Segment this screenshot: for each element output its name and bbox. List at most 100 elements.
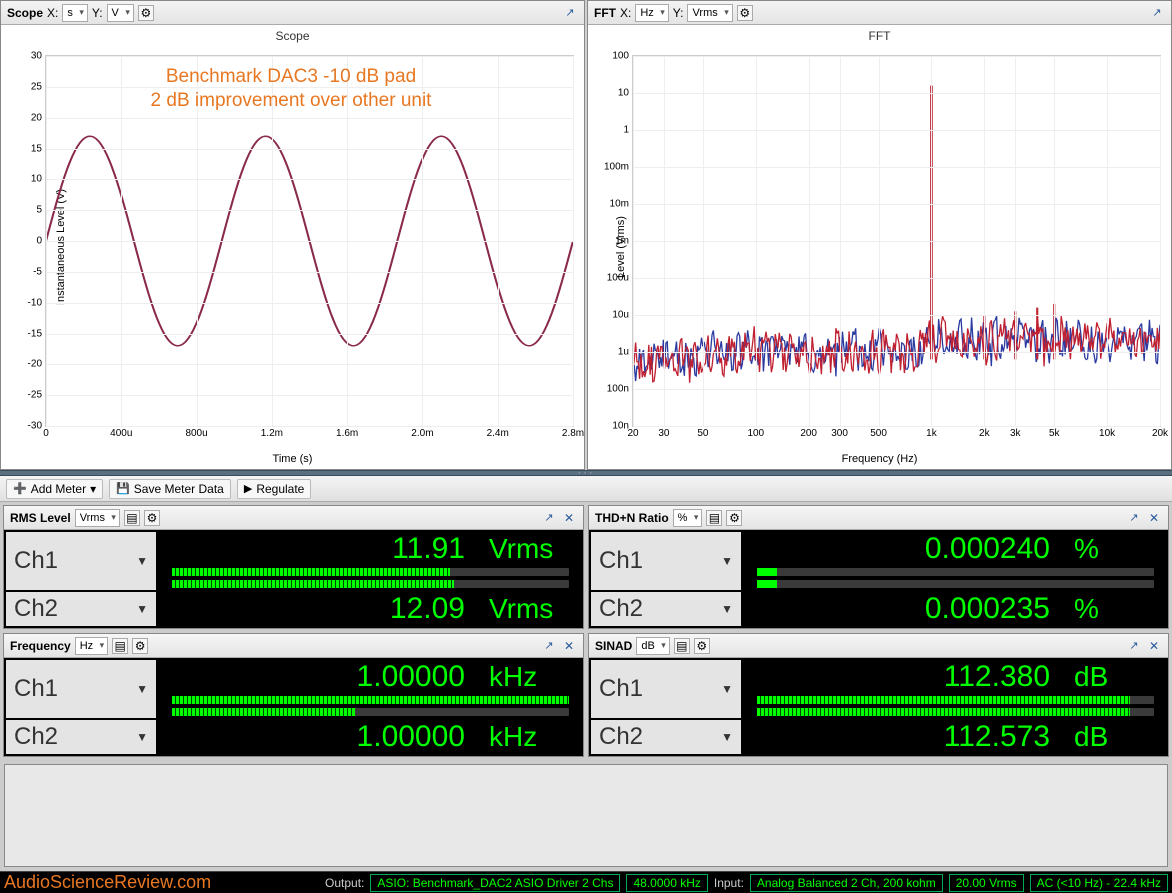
- popout-icon[interactable]: ↗: [541, 638, 557, 654]
- popout-icon[interactable]: ↗: [1126, 638, 1142, 654]
- regulate-button[interactable]: ▶Regulate: [237, 479, 312, 499]
- filter-icon[interactable]: ▤: [706, 510, 722, 526]
- scope-xlabel: Time (s): [273, 453, 313, 465]
- sinad-title: SINAD: [595, 639, 632, 653]
- rms-ch2-value: 12.09: [390, 592, 465, 626]
- sinad-ch1-value: 112.380: [944, 660, 1050, 694]
- thdn-ch2-label[interactable]: Ch2▼: [591, 592, 741, 626]
- freq-ch2-value: 1.00000: [357, 720, 465, 754]
- chevron-down-icon: ▼: [721, 682, 733, 696]
- fft-y-select[interactable]: Vrms: [687, 4, 732, 22]
- fft-xlabel: Frequency (Hz): [842, 453, 918, 465]
- sinad-ch1-unit: dB: [1074, 661, 1154, 693]
- popout-icon[interactable]: ↗: [1126, 510, 1142, 526]
- gear-icon[interactable]: ⚙: [144, 510, 160, 526]
- gear-icon[interactable]: ⚙: [737, 5, 753, 21]
- freq-ch2-bar: [172, 708, 355, 716]
- close-icon[interactable]: ✕: [561, 638, 577, 654]
- input-bandwidth[interactable]: AC (<10 Hz) - 22.4 kHz: [1030, 874, 1168, 892]
- scope-y-select[interactable]: V: [107, 4, 134, 22]
- regulate-label: Regulate: [256, 482, 304, 496]
- fft-chart-title: FFT: [588, 25, 1171, 43]
- sinad-ch2-value: 112.573: [944, 720, 1050, 754]
- scope-body: Scope Instantaneous Level (V) Time (s) 3…: [1, 25, 584, 469]
- freq-unit-select[interactable]: Hz: [75, 637, 108, 655]
- scope-annotation: Benchmark DAC3 -10 dB pad 2 dB improveme…: [71, 65, 511, 113]
- fft-x-select[interactable]: Hz: [635, 4, 668, 22]
- close-icon[interactable]: ✕: [1146, 510, 1162, 526]
- annotation-line2: 2 dB improvement over other unit: [71, 89, 511, 113]
- meters-grid: RMS Level Vrms ▤ ⚙ ↗ ✕ Ch1▼ 11.91Vrms C: [0, 502, 1172, 760]
- fft-header: FFT X: Hz Y: Vrms ⚙ ↗: [588, 1, 1171, 25]
- splitter[interactable]: [0, 470, 1172, 476]
- close-icon[interactable]: ✕: [1146, 638, 1162, 654]
- freq-ch1-value: 1.00000: [357, 660, 465, 694]
- filter-icon[interactable]: ▤: [112, 638, 128, 654]
- fft-pane: FFT X: Hz Y: Vrms ⚙ ↗ FFT Level (Vrms) F…: [587, 0, 1172, 470]
- rms-ch1-bar: [172, 568, 450, 576]
- popout-icon[interactable]: ↗: [562, 5, 578, 21]
- thdn-ch2-value: 0.000235: [925, 592, 1050, 626]
- filter-icon[interactable]: ▤: [674, 638, 690, 654]
- sinad-ch1-label[interactable]: Ch1▼: [591, 660, 741, 718]
- freq-ch1-label[interactable]: Ch1▼: [6, 660, 156, 718]
- freq-meter: Frequency Hz ▤ ⚙ ↗ ✕ Ch1▼ 1.00000kHz Ch: [3, 633, 584, 757]
- add-meter-button[interactable]: ➕Add Meter ▾: [6, 479, 103, 499]
- rms-ch1-label[interactable]: Ch1▼: [6, 532, 156, 590]
- chevron-down-icon: ▼: [721, 730, 733, 744]
- save-icon: 💾: [116, 482, 130, 495]
- rms-title: RMS Level: [10, 511, 71, 525]
- chevron-down-icon: ▼: [721, 602, 733, 616]
- scope-pane: Scope X: s Y: V ⚙ ↗ Scope Instantaneous …: [0, 0, 585, 470]
- freq-ch1-unit: kHz: [489, 661, 569, 693]
- rms-ch1-unit: Vrms: [489, 533, 569, 565]
- scope-title: Scope: [7, 6, 43, 20]
- thdn-ch1-unit: %: [1074, 533, 1154, 565]
- status-bar: AudioScienceReview.com Output: ASIO: Ben…: [0, 871, 1172, 893]
- close-icon[interactable]: ✕: [561, 510, 577, 526]
- rms-ch2-unit: Vrms: [489, 593, 569, 625]
- fft-y-label: Y:: [673, 6, 684, 20]
- scope-x-select[interactable]: s: [62, 4, 88, 22]
- input-voltage[interactable]: 20.00 Vrms: [949, 874, 1024, 892]
- chevron-down-icon: ▼: [136, 554, 148, 568]
- fft-ylabel: Level (Vrms): [615, 216, 627, 278]
- scope-header: Scope X: s Y: V ⚙ ↗: [1, 1, 584, 25]
- thdn-unit-select[interactable]: %: [673, 509, 703, 527]
- rms-unit-select[interactable]: Vrms: [75, 509, 120, 527]
- gear-icon[interactable]: ⚙: [694, 638, 710, 654]
- rms-ch2-bar: [172, 580, 454, 588]
- save-meter-button[interactable]: 💾Save Meter Data: [109, 479, 231, 499]
- gear-icon[interactable]: ⚙: [138, 5, 154, 21]
- thdn-ch2-bar: [757, 580, 777, 588]
- sample-rate[interactable]: 48.0000 kHz: [626, 874, 707, 892]
- freq-ch1-bar: [172, 696, 569, 704]
- freq-ch2-label[interactable]: Ch2▼: [6, 720, 156, 754]
- thdn-ch1-value: 0.000240: [925, 532, 1050, 566]
- meter-toolbar: ➕Add Meter ▾ 💾Save Meter Data ▶Regulate: [0, 476, 1172, 502]
- fft-plot[interactable]: 100101100m10m1m100u10u1u100n10n203050100…: [632, 55, 1161, 427]
- sinad-ch2-unit: dB: [1074, 721, 1154, 753]
- rms-ch2-label[interactable]: Ch2▼: [6, 592, 156, 626]
- chevron-down-icon: ▼: [136, 682, 148, 696]
- thdn-ch1-label[interactable]: Ch1▼: [591, 532, 741, 590]
- sinad-unit-select[interactable]: dB: [636, 637, 669, 655]
- watermark: AudioScienceReview.com: [4, 872, 211, 893]
- fft-body: FFT Level (Vrms) Frequency (Hz) 10010110…: [588, 25, 1171, 469]
- thdn-meter: THD+N Ratio % ▤ ⚙ ↗ ✕ Ch1▼ 0.000240% Ch: [588, 505, 1169, 629]
- gear-icon[interactable]: ⚙: [132, 638, 148, 654]
- popout-icon[interactable]: ↗: [1149, 5, 1165, 21]
- sinad-ch2-label[interactable]: Ch2▼: [591, 720, 741, 754]
- output-label: Output:: [325, 876, 364, 890]
- input-label: Input:: [714, 876, 744, 890]
- add-meter-label: Add Meter: [31, 482, 86, 496]
- input-config[interactable]: Analog Balanced 2 Ch, 200 kohm: [750, 874, 943, 892]
- chevron-down-icon: ▼: [136, 730, 148, 744]
- popout-icon[interactable]: ↗: [541, 510, 557, 526]
- output-driver[interactable]: ASIO: Benchmark_DAC2 ASIO Driver 2 Chs: [370, 874, 620, 892]
- scope-x-label: X:: [47, 6, 58, 20]
- scope-y-label: Y:: [92, 6, 103, 20]
- filter-icon[interactable]: ▤: [124, 510, 140, 526]
- thdn-title: THD+N Ratio: [595, 511, 669, 525]
- gear-icon[interactable]: ⚙: [726, 510, 742, 526]
